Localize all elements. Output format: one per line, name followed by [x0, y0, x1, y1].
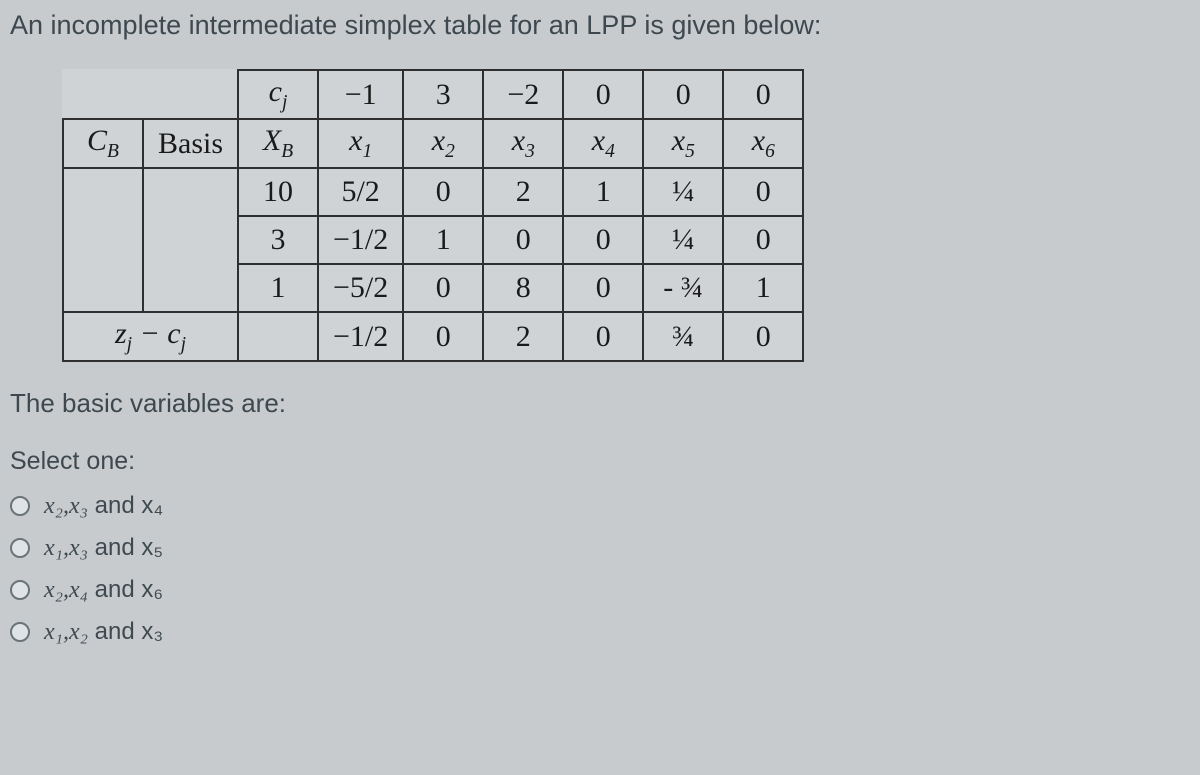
select-one-label: Select one:: [10, 447, 1192, 476]
cj-x4: 0: [563, 70, 643, 119]
radio-icon[interactable]: [10, 580, 30, 600]
followup-text: The basic variables are:: [10, 388, 1192, 419]
r2-x1: −1/2: [318, 216, 403, 264]
header-CB: CB: [63, 119, 143, 168]
zj-cj-x5: ¾: [643, 312, 723, 361]
r1-x1: 5/2: [318, 168, 403, 216]
cb-col: [63, 168, 143, 312]
option-1-label: x₂,x₃ and x₄: [44, 492, 163, 520]
question-text: An incomplete intermediate simplex table…: [10, 10, 1192, 41]
cj-x5: 0: [643, 70, 723, 119]
r1-x5: ¼: [643, 168, 723, 216]
cj-label: cj: [269, 75, 288, 108]
r3-x3: 8: [483, 264, 563, 312]
r1-XB: 10: [238, 168, 318, 216]
r1-x6: 0: [723, 168, 803, 216]
r3-x6: 1: [723, 264, 803, 312]
r3-x4: 0: [563, 264, 643, 312]
option-2[interactable]: x₁,x₃ and x₅: [10, 534, 1192, 562]
header-x3: x3: [483, 119, 563, 168]
cj-x6: 0: [723, 70, 803, 119]
r3-x5: - ¾: [643, 264, 723, 312]
r3-x2: 0: [403, 264, 483, 312]
option-3-label: x₂,x₄ and x₆: [44, 576, 163, 604]
r1-x2: 0: [403, 168, 483, 216]
r2-x3: 0: [483, 216, 563, 264]
header-x2: x2: [403, 119, 483, 168]
header-x4: x4: [563, 119, 643, 168]
r2-x5: ¼: [643, 216, 723, 264]
cj-x3: −2: [483, 70, 563, 119]
zj-cj-x1: −1/2: [318, 312, 403, 361]
header-x6: x6: [723, 119, 803, 168]
option-3[interactable]: x₂,x₄ and x₆: [10, 576, 1192, 604]
r1-x4: 1: [563, 168, 643, 216]
zj-cj-x4: 0: [563, 312, 643, 361]
option-4-label: x₁,x₂ and x₃: [44, 618, 163, 646]
r2-x6: 0: [723, 216, 803, 264]
cj-x2: 3: [403, 70, 483, 119]
r2-XB: 3: [238, 216, 318, 264]
radio-icon[interactable]: [10, 496, 30, 516]
zj-cj-label: zj − cj: [63, 312, 238, 361]
r2-x4: 0: [563, 216, 643, 264]
header-XB: XB: [238, 119, 318, 168]
cj-x1: −1: [318, 70, 403, 119]
basis-col: [143, 168, 238, 312]
r1-x3: 2: [483, 168, 563, 216]
header-x1: x1: [318, 119, 403, 168]
zj-cj-x2: 0: [403, 312, 483, 361]
option-1[interactable]: x₂,x₃ and x₄: [10, 492, 1192, 520]
header-x5: x5: [643, 119, 723, 168]
zj-cj-x3: 2: [483, 312, 563, 361]
r2-x2: 1: [403, 216, 483, 264]
radio-icon[interactable]: [10, 538, 30, 558]
r3-x1: −5/2: [318, 264, 403, 312]
zj-cj-XB: [238, 312, 318, 361]
simplex-table: cj −1 3 −2 0 0 0 CB Basis XB x1 x2 x3 x4…: [62, 69, 804, 362]
option-4[interactable]: x₁,x₂ and x₃: [10, 618, 1192, 646]
option-2-label: x₁,x₃ and x₅: [44, 534, 163, 562]
zj-cj-x6: 0: [723, 312, 803, 361]
radio-icon[interactable]: [10, 622, 30, 642]
options-group: x₂,x₃ and x₄ x₁,x₃ and x₅ x₂,x₄ and x₆ x…: [10, 492, 1192, 646]
r3-XB: 1: [238, 264, 318, 312]
header-basis: Basis: [143, 119, 238, 168]
